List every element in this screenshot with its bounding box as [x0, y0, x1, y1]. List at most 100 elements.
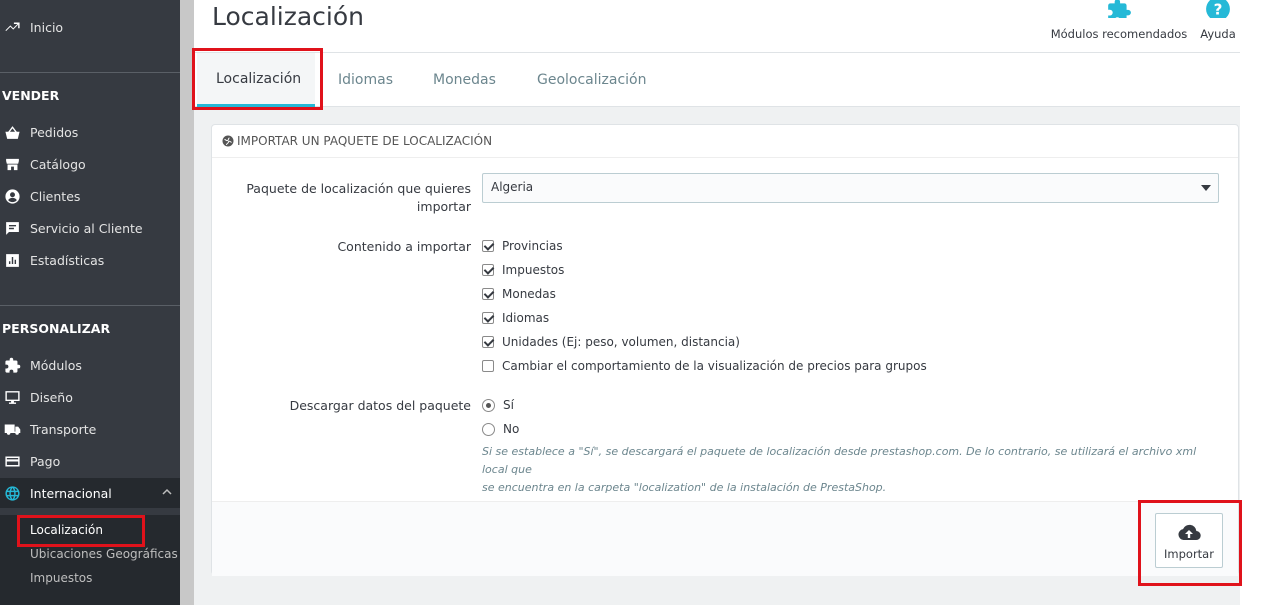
chevron-down-icon: [1201, 185, 1211, 191]
help-button[interactable]: ? Ayuda: [1196, 0, 1240, 41]
sidebar-item-label: Inicio: [30, 19, 64, 35]
toolbar-label: Ayuda: [1200, 27, 1236, 41]
import-button-label: Importar: [1164, 547, 1214, 561]
help-text-line: Si se establece a "Sí", se descargará el…: [482, 445, 1197, 476]
package-label-line: Paquete de localización que quieres: [246, 181, 471, 196]
download-label: Descargar datos del paquete: [289, 398, 471, 413]
checkbox[interactable]: [482, 288, 494, 300]
content-option[interactable]: Provincias: [482, 239, 563, 253]
panel-heading-text: IMPORTAR UN PAQUETE DE LOCALIZACIÓN: [237, 134, 493, 148]
submenu-item-taxes[interactable]: Impuestos: [30, 571, 92, 585]
credit-card-icon: [2, 452, 22, 470]
sidebar-item-customers[interactable]: Clientes: [0, 181, 180, 211]
checkbox-label: Unidades (Ej: peso, volumen, distancia): [502, 335, 740, 349]
checkbox[interactable]: [482, 312, 494, 324]
package-label: Paquete de localización que quieres impo…: [212, 180, 471, 216]
sidebar-item-catalog[interactable]: Catálogo: [0, 149, 180, 179]
chevron-up-icon[interactable]: [162, 487, 172, 497]
content-option[interactable]: Cambiar el comportamiento de la visualiz…: [482, 359, 927, 373]
checkbox[interactable]: [482, 360, 494, 372]
sidebar-item-label: Clientes: [30, 188, 81, 204]
sidebar-item-home[interactable]: Inicio: [0, 12, 180, 42]
tab-localization[interactable]: Localización: [197, 53, 315, 107]
chat-icon: [2, 219, 22, 237]
radio-label: Sí: [503, 398, 514, 412]
sidebar-item-label: Diseño: [30, 389, 73, 405]
sidebar-item-label: Estadísticas: [30, 252, 105, 268]
sidebar-item-orders[interactable]: Pedidos: [0, 117, 180, 147]
globe-icon: [2, 484, 22, 502]
help-text: Si se establece a "Sí", se descargará el…: [482, 443, 1222, 497]
sidebar-item-shipping[interactable]: Transporte: [0, 414, 180, 444]
recommended-modules-button[interactable]: Módulos recomendados: [1049, 0, 1189, 41]
checkbox[interactable]: [482, 264, 494, 276]
checkbox-label: Impuestos: [502, 263, 565, 277]
tab-currencies[interactable]: Monedas: [433, 53, 496, 107]
checkbox-label: Provincias: [502, 239, 563, 253]
sidebar: Inicio VENDER Pedidos Catálogo Clientes …: [0, 0, 180, 605]
import-button[interactable]: Importar: [1155, 513, 1223, 568]
monitor-icon: [2, 388, 22, 406]
sidebar-item-label: Transporte: [30, 421, 97, 437]
bar-chart-icon: [2, 251, 22, 269]
sidebar-item-label: Pago: [30, 453, 61, 469]
sidebar-item-label: Pedidos: [30, 124, 79, 140]
sidebar-divider: [0, 305, 180, 306]
panel-footer: Importar: [212, 501, 1238, 576]
checkbox[interactable]: [482, 240, 494, 252]
package-select-value: Algeria: [491, 180, 534, 194]
sidebar-item-customer-service[interactable]: Servicio al Cliente: [0, 213, 180, 243]
sidebar-divider: [0, 72, 180, 73]
panel-heading: IMPORTAR UN PAQUETE DE LOCALIZACIÓN: [212, 125, 1238, 158]
sidebar-item-payment[interactable]: Pago: [0, 446, 180, 476]
content-option[interactable]: Monedas: [482, 287, 556, 301]
sidebar-item-design[interactable]: Diseño: [0, 382, 180, 412]
submenu-item-zones[interactable]: Ubicaciones Geográficas: [30, 547, 178, 561]
package-label-line: importar: [416, 199, 471, 214]
import-panel: IMPORTAR UN PAQUETE DE LOCALIZACIÓN Paqu…: [211, 124, 1239, 576]
sidebar-item-label: Servicio al Cliente: [30, 220, 143, 236]
checkbox-label: Cambiar el comportamiento de la visualiz…: [502, 359, 927, 373]
content-option[interactable]: Impuestos: [482, 263, 564, 277]
sidebar-item-stats[interactable]: Estadísticas: [0, 245, 180, 275]
tab-languages[interactable]: Idiomas: [338, 53, 393, 107]
content-option[interactable]: Unidades (Ej: peso, volumen, distancia): [482, 335, 740, 349]
radio-label: No: [503, 422, 520, 436]
sidebar-item-label: Internacional: [30, 485, 112, 501]
content-label: Contenido a importar: [337, 239, 471, 254]
section-title-vender: VENDER: [2, 88, 60, 103]
help-icon: ?: [1196, 0, 1240, 18]
download-option[interactable]: Sí: [482, 398, 514, 412]
help-text-line: se encuentra en la carpeta "localization…: [482, 481, 887, 494]
package-select[interactable]: Algeria: [482, 173, 1219, 203]
sidebar-item-international[interactable]: Internacional: [0, 478, 180, 508]
checkbox-label: Monedas: [502, 287, 556, 301]
tab-geolocation[interactable]: Geolocalización: [537, 53, 647, 107]
submenu-international: Localización Ubicaciones Geográficas Imp…: [0, 515, 180, 605]
sidebar-item-label: Catálogo: [30, 156, 86, 172]
main-content: Localización Módulos recomendados ? Ayud…: [194, 0, 1240, 605]
truck-icon: [2, 420, 22, 438]
toolbar-label: Módulos recomendados: [1050, 27, 1188, 41]
section-title-personalizar: PERSONALIZAR: [2, 321, 111, 336]
submenu-item-localization[interactable]: Localización: [30, 523, 103, 537]
radio-button[interactable]: [482, 422, 495, 436]
download-option[interactable]: No: [482, 422, 519, 436]
checkbox[interactable]: [482, 336, 494, 348]
svg-text:?: ?: [1214, 0, 1223, 18]
page-title: Localización: [212, 2, 365, 31]
puzzle-icon: [1049, 0, 1189, 18]
scroll-gutter: [180, 0, 194, 605]
sidebar-item-modules[interactable]: Módulos: [0, 350, 180, 380]
globe-icon: [222, 135, 234, 147]
cloud-upload-icon: [1156, 521, 1222, 545]
basket-icon: [2, 123, 22, 141]
store-icon: [2, 155, 22, 173]
window-edge: [1240, 0, 1282, 605]
page-header: Localización Módulos recomendados ? Ayud…: [194, 0, 1240, 53]
content-option[interactable]: Idiomas: [482, 311, 549, 325]
sidebar-item-label: Módulos: [30, 357, 82, 373]
trending-up-icon: [2, 18, 22, 36]
radio-button[interactable]: [482, 398, 495, 412]
checkbox-label: Idiomas: [502, 311, 550, 325]
